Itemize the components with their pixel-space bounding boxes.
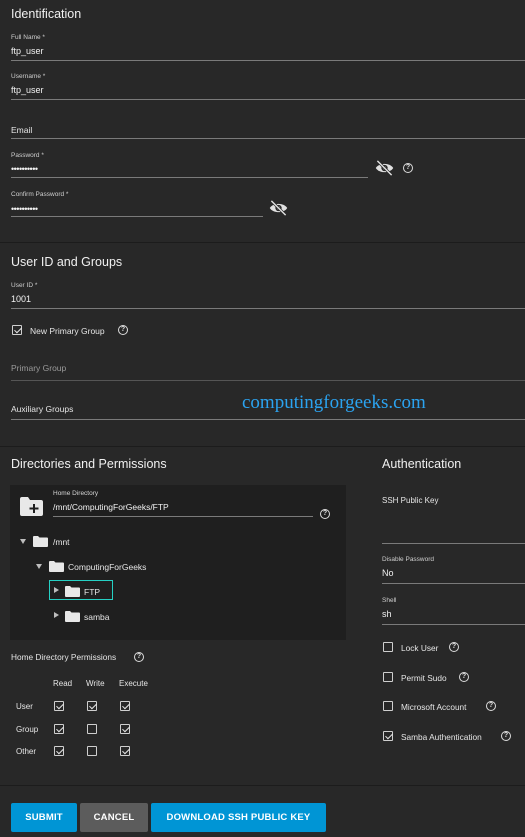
other-read-checkbox[interactable] bbox=[54, 746, 64, 756]
folder-icon bbox=[49, 561, 64, 572]
samba-authentication-checkbox[interactable] bbox=[383, 731, 393, 741]
other-write-checkbox[interactable] bbox=[87, 746, 97, 756]
lock-user-checkbox[interactable] bbox=[383, 642, 393, 652]
lock-user-label: Lock User bbox=[401, 643, 439, 653]
folder-icon bbox=[65, 586, 80, 597]
microsoft-account-label: Microsoft Account bbox=[401, 702, 467, 712]
full-name-underline bbox=[11, 60, 525, 61]
home-directory-field[interactable]: /mnt/ComputingForGeeks/FTP bbox=[53, 502, 169, 512]
lock-user-help-icon[interactable]: ? bbox=[449, 642, 459, 652]
primary-group-underline bbox=[11, 380, 525, 381]
password-label: Password * bbox=[11, 152, 44, 159]
column-execute: Execute bbox=[119, 679, 148, 688]
auxiliary-groups-underline bbox=[11, 419, 525, 420]
collapse-arrow-icon[interactable] bbox=[54, 587, 59, 593]
user-read-checkbox[interactable] bbox=[54, 701, 64, 711]
row-other-label: Other bbox=[16, 747, 37, 756]
disable-password-underline bbox=[382, 583, 525, 584]
tree-item-computingforgeeks[interactable]: ComputingForGeeks bbox=[68, 562, 146, 572]
collapse-arrow-icon[interactable] bbox=[54, 612, 59, 618]
eye-off-icon[interactable] bbox=[375, 160, 394, 176]
row-user-label: User bbox=[16, 702, 33, 711]
confirm-password-label: Confirm Password * bbox=[11, 191, 69, 198]
section-divider bbox=[0, 785, 525, 786]
confirm-password-underline bbox=[11, 216, 263, 217]
section-divider bbox=[0, 242, 525, 243]
authentication-heading: Authentication bbox=[382, 457, 462, 471]
microsoft-account-help-icon[interactable]: ? bbox=[486, 701, 496, 711]
column-write: Write bbox=[86, 679, 105, 688]
username-underline bbox=[11, 99, 525, 100]
ssh-public-key-underline bbox=[382, 543, 525, 544]
samba-authentication-help-icon[interactable]: ? bbox=[501, 731, 511, 741]
new-primary-group-help-icon[interactable]: ? bbox=[118, 325, 128, 335]
user-write-checkbox[interactable] bbox=[87, 701, 97, 711]
other-execute-checkbox[interactable] bbox=[120, 746, 130, 756]
folder-icon bbox=[33, 536, 48, 547]
auxiliary-groups-select[interactable]: Auxiliary Groups bbox=[11, 404, 73, 414]
shell-underline bbox=[382, 624, 525, 625]
home-directory-underline bbox=[53, 516, 313, 517]
directories-heading: Directories and Permissions bbox=[11, 457, 167, 471]
user-id-underline bbox=[11, 308, 525, 309]
group-execute-checkbox[interactable] bbox=[120, 724, 130, 734]
password-underline bbox=[11, 177, 368, 178]
shell-select[interactable]: sh bbox=[382, 609, 392, 619]
new-primary-group-checkbox[interactable] bbox=[12, 325, 22, 335]
primary-group-select[interactable]: Primary Group bbox=[11, 363, 66, 373]
permit-sudo-help-icon[interactable]: ? bbox=[459, 672, 469, 682]
tree-item-samba[interactable]: samba bbox=[84, 612, 110, 622]
cancel-button[interactable]: CANCEL bbox=[80, 803, 148, 832]
full-name-label: Full Name * bbox=[11, 34, 45, 41]
identification-heading: Identification bbox=[11, 7, 82, 21]
full-name-field[interactable]: ftp_user bbox=[11, 46, 44, 56]
watermark-text: computingforgeeks.com bbox=[242, 392, 426, 413]
confirm-password-field[interactable]: •••••••••• bbox=[11, 204, 38, 214]
expand-arrow-icon[interactable] bbox=[36, 564, 42, 569]
tree-item-mnt[interactable]: /mnt bbox=[53, 537, 70, 547]
home-directory-permissions-label: Home Directory Permissions bbox=[11, 652, 117, 662]
submit-button[interactable]: SUBMIT bbox=[11, 803, 77, 832]
disable-password-label: Disable Password bbox=[382, 556, 435, 563]
folder-icon bbox=[65, 611, 80, 622]
microsoft-account-checkbox[interactable] bbox=[383, 701, 393, 711]
folder-add-icon[interactable] bbox=[20, 497, 43, 516]
column-read: Read bbox=[53, 679, 73, 688]
password-field[interactable]: •••••••••• bbox=[11, 164, 38, 174]
permit-sudo-label: Permit Sudo bbox=[401, 673, 447, 683]
section-divider bbox=[0, 446, 525, 447]
home-directory-label: Home Directory bbox=[53, 490, 99, 497]
user-id-label: User ID * bbox=[11, 282, 38, 289]
disable-password-select[interactable]: No bbox=[382, 568, 394, 578]
user-execute-checkbox[interactable] bbox=[120, 701, 130, 711]
tree-item-ftp[interactable]: FTP bbox=[84, 587, 100, 597]
email-underline bbox=[11, 138, 525, 139]
permissions-help-icon[interactable]: ? bbox=[134, 652, 144, 662]
username-field[interactable]: ftp_user bbox=[11, 85, 44, 95]
expand-arrow-icon[interactable] bbox=[20, 539, 26, 544]
permit-sudo-checkbox[interactable] bbox=[383, 672, 393, 682]
download-ssh-public-key-button[interactable]: DOWNLOAD SSH PUBLIC KEY bbox=[151, 803, 326, 832]
group-write-checkbox[interactable] bbox=[87, 724, 97, 734]
email-field[interactable]: Email bbox=[11, 125, 32, 135]
user-id-field[interactable]: 1001 bbox=[11, 294, 31, 304]
user-id-groups-heading: User ID and Groups bbox=[11, 255, 123, 269]
username-label: Username * bbox=[11, 73, 46, 80]
new-primary-group-label: New Primary Group bbox=[30, 326, 105, 336]
ssh-public-key-field[interactable]: SSH Public Key bbox=[382, 496, 438, 505]
shell-label: Shell bbox=[382, 597, 397, 604]
row-group-label: Group bbox=[16, 725, 39, 734]
home-directory-help-icon[interactable]: ? bbox=[320, 509, 330, 519]
group-read-checkbox[interactable] bbox=[54, 724, 64, 734]
password-help-icon[interactable]: ? bbox=[403, 163, 413, 173]
samba-authentication-label: Samba Authentication bbox=[401, 732, 482, 742]
eye-off-icon[interactable] bbox=[269, 200, 288, 216]
